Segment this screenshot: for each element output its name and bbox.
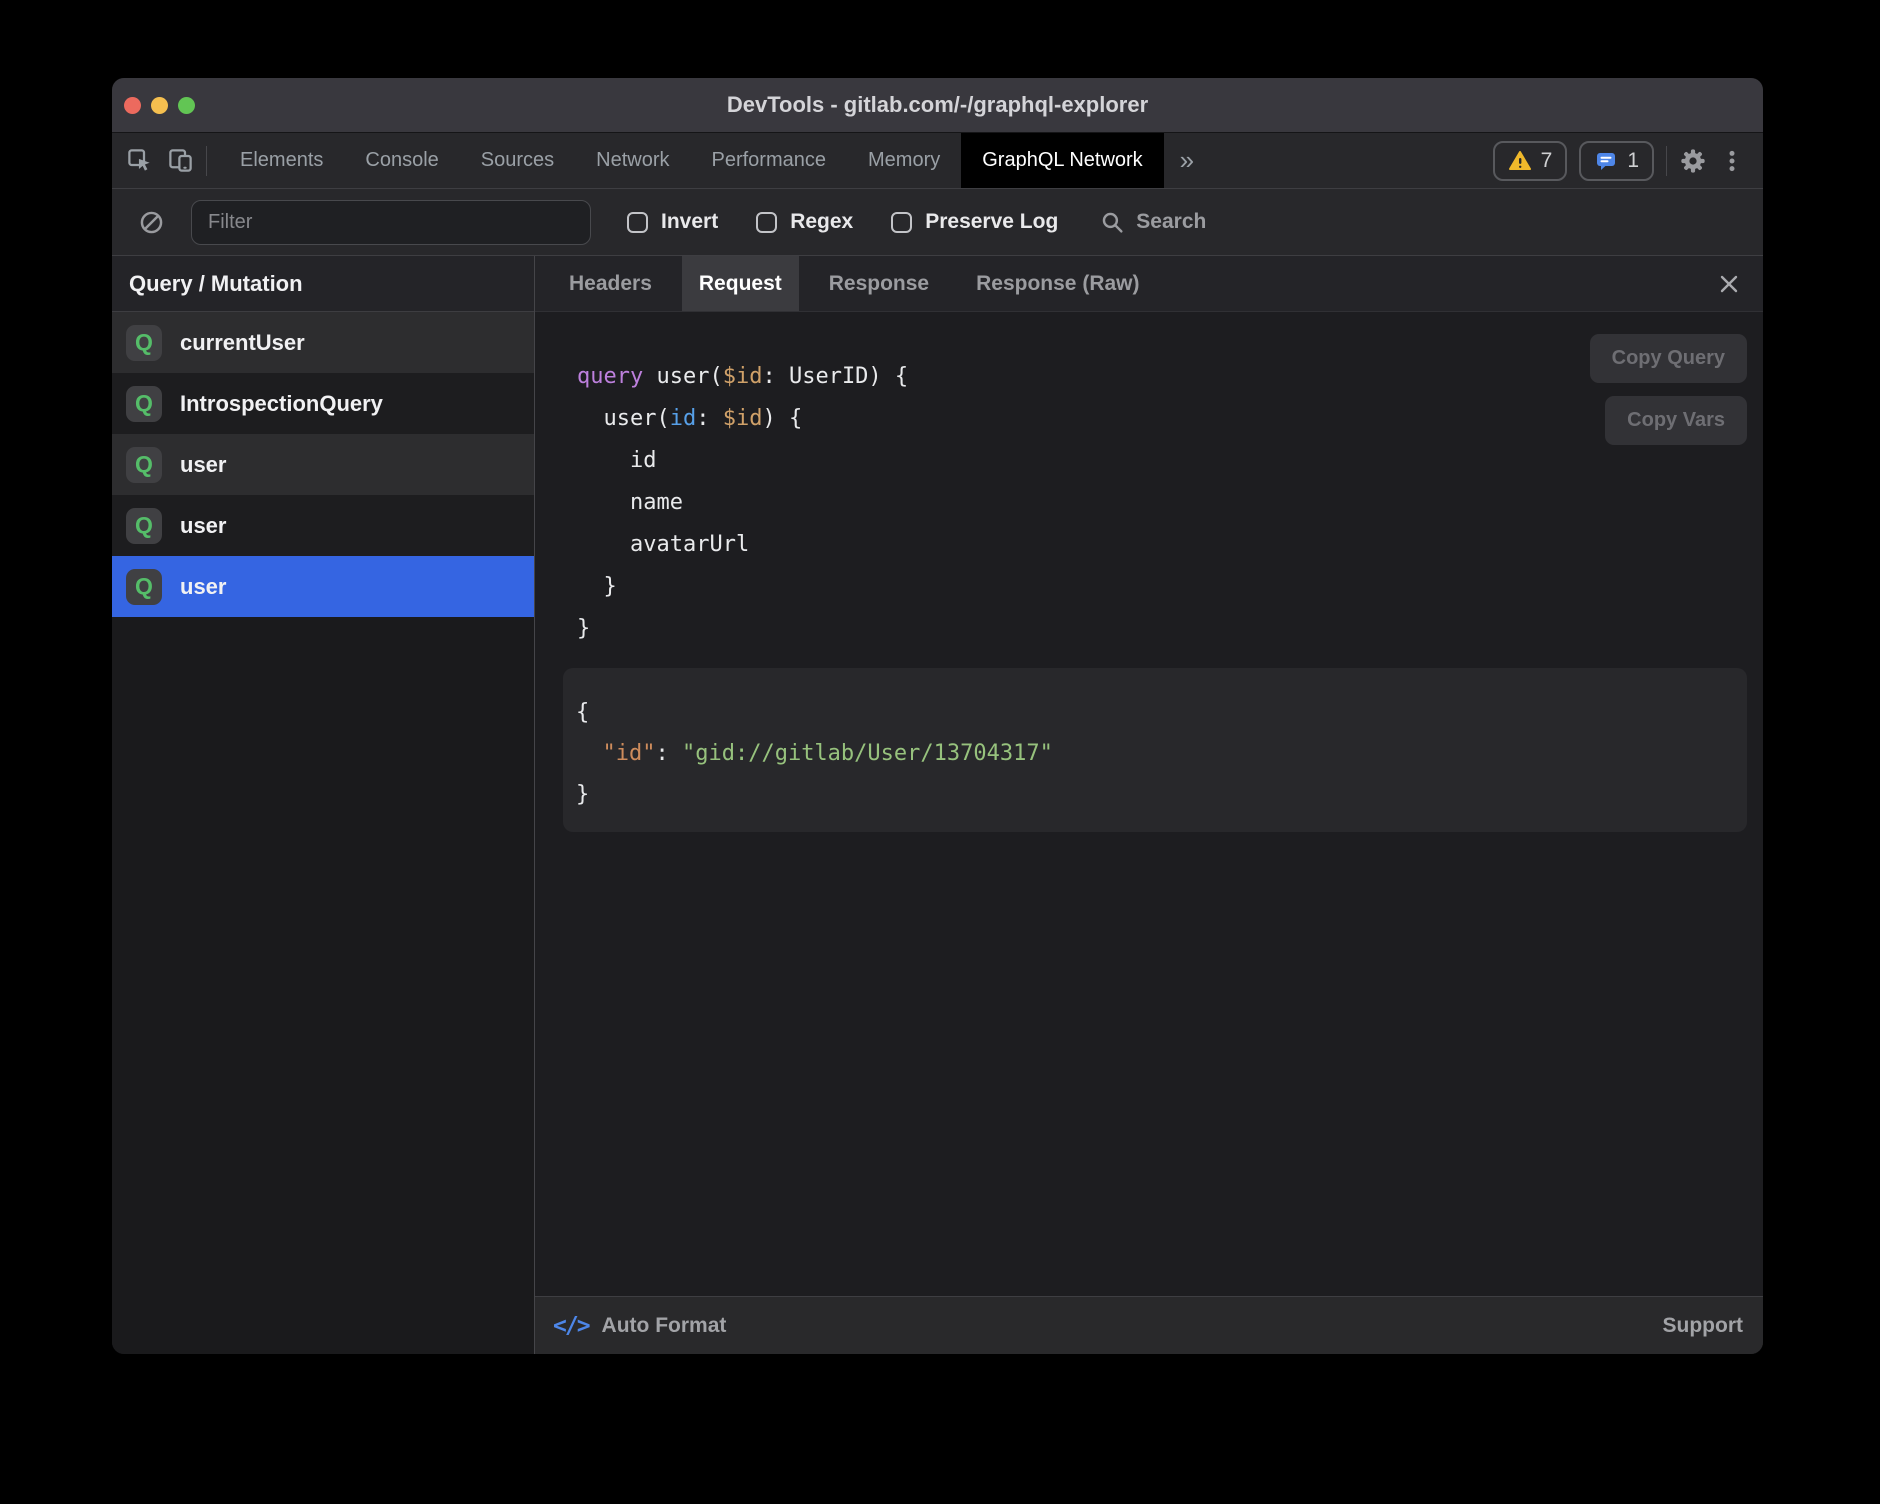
request-item-label: IntrospectionQuery <box>180 391 383 417</box>
tab-memory[interactable]: Memory <box>847 133 961 188</box>
request-item-user[interactable]: Quser <box>112 495 534 556</box>
checkbox-invert[interactable] <box>627 212 648 233</box>
clear-block-icon[interactable] <box>138 209 165 236</box>
search-label: Search <box>1136 210 1206 234</box>
close-panel-button[interactable] <box>1717 256 1741 311</box>
query-type-badge: Q <box>126 325 162 361</box>
code-line: user(id: $id) { <box>577 398 1763 440</box>
request-item-label: user <box>180 574 226 600</box>
main-toolbar: ElementsConsoleSourcesNetworkPerformance… <box>112 133 1763 189</box>
search-button[interactable]: Search <box>1100 210 1206 235</box>
checkbox-preserve-log[interactable] <box>891 212 912 233</box>
code-line: } <box>577 566 1763 608</box>
detail-tab-request[interactable]: Request <box>682 256 799 311</box>
code-line: } <box>576 774 1747 815</box>
request-list: QcurrentUserQIntrospectionQueryQuserQuse… <box>112 312 534 617</box>
request-list-panel: Query / Mutation QcurrentUserQIntrospect… <box>112 256 535 1354</box>
auto-format-button[interactable]: </> Auto Format <box>553 1313 726 1339</box>
query-type-badge: Q <box>126 569 162 605</box>
checkbox-regex[interactable] <box>756 212 777 233</box>
detail-tabs: HeadersRequestResponseResponse (Raw) <box>535 256 1763 312</box>
warning-count: 7 <box>1541 149 1553 173</box>
query-type-badge: Q <box>126 508 162 544</box>
toolbar-icons <box>112 133 206 188</box>
code-line: query user($id: UserID) { <box>577 356 1763 398</box>
titlebar: DevTools - gitlab.com/-/graphql-explorer <box>112 78 1763 133</box>
inspect-element-icon[interactable] <box>126 147 153 174</box>
request-list-header: Query / Mutation <box>112 256 534 312</box>
request-item-user[interactable]: Quser <box>112 434 534 495</box>
checkbox-group-regex[interactable]: Regex <box>756 210 853 234</box>
warning-icon <box>1508 149 1532 173</box>
request-item-user[interactable]: Quser <box>112 556 534 617</box>
support-link[interactable]: Support <box>1663 1314 1743 1338</box>
request-item-label: currentUser <box>180 330 305 356</box>
toolbar-divider <box>206 146 207 176</box>
code-line: name <box>577 482 1763 524</box>
detail-footer: </> Auto Format Support <box>535 1296 1763 1354</box>
tab-sources[interactable]: Sources <box>460 133 575 188</box>
message-icon <box>1594 149 1618 173</box>
window-title: DevTools - gitlab.com/-/graphql-explorer <box>112 92 1763 118</box>
settings-gear-icon[interactable] <box>1679 147 1707 175</box>
auto-format-label: Auto Format <box>602 1314 727 1338</box>
filter-bar: Invert Regex Preserve Log Search <box>112 189 1763 256</box>
warnings-badge[interactable]: 7 <box>1493 141 1568 181</box>
checkbox-label-regex: Regex <box>790 210 853 234</box>
graphql-query-code: query user($id: UserID) { user(id: $id) … <box>577 356 1763 650</box>
code-line: { <box>576 692 1747 733</box>
filter-checkboxes: Invert Regex Preserve Log <box>627 210 1058 234</box>
main-tabs: ElementsConsoleSourcesNetworkPerformance… <box>219 133 1164 188</box>
more-options-icon[interactable] <box>1719 148 1745 174</box>
query-variables-code: { "id": "gid://gitlab/User/13704317"} <box>576 692 1747 815</box>
code-line: avatarUrl <box>577 524 1763 566</box>
copy-query-button[interactable]: Copy Query <box>1590 334 1747 383</box>
query-type-badge: Q <box>126 447 162 483</box>
toolbar-right: 7 1 <box>1493 133 1763 188</box>
filter-input[interactable] <box>191 200 591 245</box>
query-type-badge: Q <box>126 386 162 422</box>
query-variables-box: { "id": "gid://gitlab/User/13704317"} <box>563 668 1747 832</box>
checkbox-group-preserve-log[interactable]: Preserve Log <box>891 210 1058 234</box>
tab-network[interactable]: Network <box>575 133 690 188</box>
more-tabs-button[interactable]: » <box>1164 133 1210 188</box>
checkbox-label-preserve-log: Preserve Log <box>925 210 1058 234</box>
checkbox-label-invert: Invert <box>661 210 718 234</box>
request-item-label: user <box>180 513 226 539</box>
request-item-label: user <box>180 452 226 478</box>
detail-tab-response-raw[interactable]: Response (Raw) <box>959 256 1156 311</box>
detail-tab-headers[interactable]: Headers <box>552 256 669 311</box>
toolbar-divider <box>1666 146 1667 176</box>
search-icon <box>1100 210 1125 235</box>
messages-badge[interactable]: 1 <box>1579 141 1654 181</box>
devtools-window: DevTools - gitlab.com/-/graphql-explorer… <box>112 78 1763 1354</box>
tab-graphql-network[interactable]: GraphQL Network <box>961 133 1163 188</box>
tab-elements[interactable]: Elements <box>219 133 344 188</box>
code-line: "id": "gid://gitlab/User/13704317" <box>576 733 1747 774</box>
request-item-IntrospectionQuery[interactable]: Q IntrospectionQuery <box>112 373 534 434</box>
copy-buttons: Copy Query Copy Vars <box>1590 334 1747 445</box>
detail-panel: HeadersRequestResponseResponse (Raw) Cop… <box>535 256 1763 1354</box>
request-item-currentUser[interactable]: QcurrentUser <box>112 312 534 373</box>
copy-vars-button[interactable]: Copy Vars <box>1605 396 1747 445</box>
request-detail-body: Copy Query Copy Vars query user($id: Use… <box>535 312 1763 1296</box>
tab-performance[interactable]: Performance <box>691 133 848 188</box>
code-brackets-icon: </> <box>553 1313 589 1339</box>
message-count: 1 <box>1627 149 1639 173</box>
tab-console[interactable]: Console <box>344 133 459 188</box>
detail-tab-response[interactable]: Response <box>812 256 946 311</box>
content-area: Query / Mutation QcurrentUserQIntrospect… <box>112 256 1763 1354</box>
device-toolbar-icon[interactable] <box>167 147 194 174</box>
checkbox-group-invert[interactable]: Invert <box>627 210 718 234</box>
code-line: id <box>577 440 1763 482</box>
code-line: } <box>577 608 1763 650</box>
